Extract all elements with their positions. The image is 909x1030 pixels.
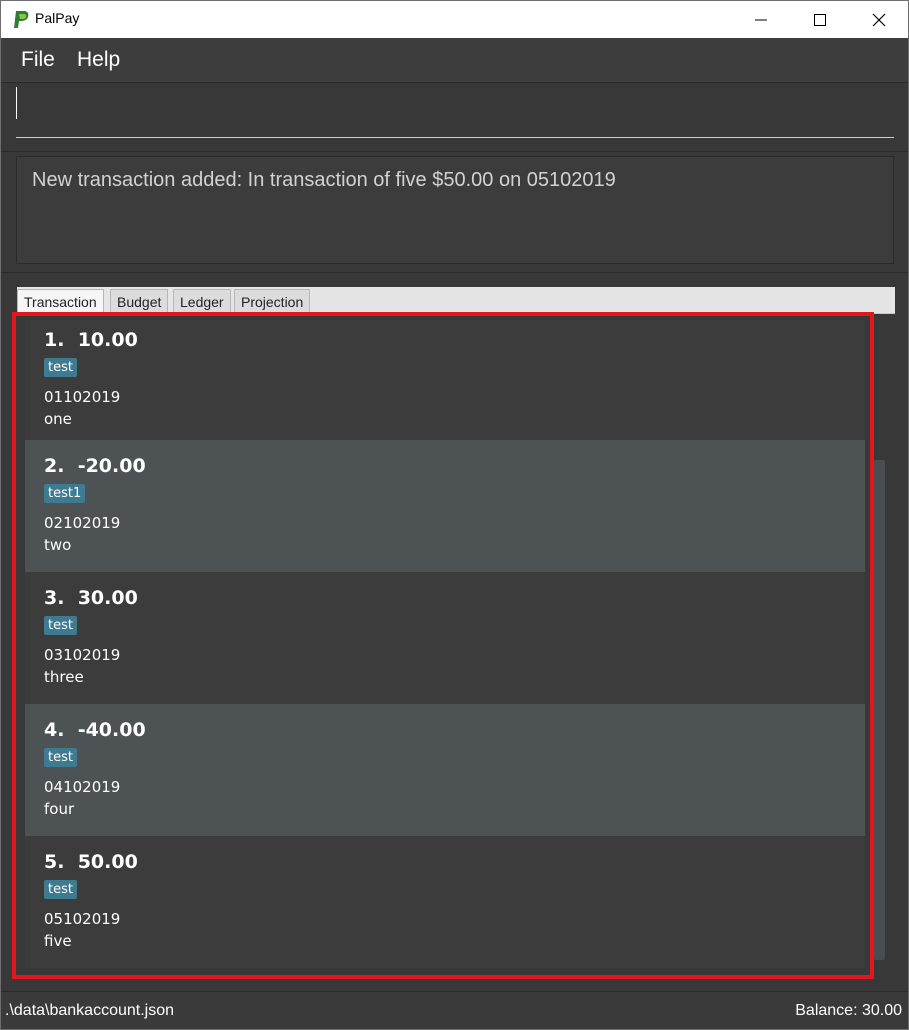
transaction-tag: test xyxy=(44,880,77,899)
result-message: New transaction added: In transaction of… xyxy=(32,169,616,191)
transaction-list-items: 1. 10.00 test 01102019 one 2. -20.00 tes… xyxy=(25,320,865,968)
transaction-amount: 4. -40.00 xyxy=(44,719,146,741)
command-input[interactable] xyxy=(16,96,894,138)
transaction-amount: 2. -20.00 xyxy=(44,455,146,477)
tab-transaction[interactable]: Transaction xyxy=(17,289,104,313)
transaction-date: 03102019 xyxy=(44,646,121,664)
result-display-area: New transaction added: In transaction of… xyxy=(1,152,908,273)
transaction-card[interactable]: 4. -40.00 test 04102019 four xyxy=(25,704,865,836)
palpay-logo-icon xyxy=(14,11,29,28)
menu-bar: File Help xyxy=(1,38,908,83)
transaction-card[interactable]: 1. 10.00 test 01102019 one xyxy=(25,320,865,440)
close-button[interactable] xyxy=(850,1,908,38)
transaction-tag: test xyxy=(44,358,77,377)
transaction-tag: test1 xyxy=(44,484,86,503)
transaction-description: five xyxy=(44,932,72,950)
transaction-date: 01102019 xyxy=(44,388,121,406)
title-bar: PalPay xyxy=(1,1,908,38)
maximize-icon xyxy=(814,14,826,26)
tab-ledger[interactable]: Ledger xyxy=(173,289,231,313)
text-caret xyxy=(16,87,17,119)
status-file-path: .\data\bankaccount.json xyxy=(5,1002,175,1019)
transaction-card[interactable]: 3. 30.00 test 03102019 three xyxy=(25,572,865,704)
tab-budget[interactable]: Budget xyxy=(110,289,169,313)
transaction-date: 05102019 xyxy=(44,910,121,928)
scrollbar-thumb[interactable] xyxy=(874,460,885,960)
transaction-tag: test xyxy=(44,616,77,635)
menu-help[interactable]: Help xyxy=(77,48,120,72)
transaction-card[interactable]: 2. -20.00 test1 02102019 two xyxy=(25,440,865,572)
close-icon xyxy=(872,13,886,27)
result-display[interactable]: New transaction added: In transaction of… xyxy=(16,156,894,264)
transaction-date: 02102019 xyxy=(44,514,121,532)
transaction-description: two xyxy=(44,536,72,554)
transaction-description: one xyxy=(44,410,72,428)
tab-strip: Transaction Budget Ledger Projection xyxy=(17,287,895,314)
app-window: PalPay File Help New transaction added: … xyxy=(0,0,909,1030)
menu-file[interactable]: File xyxy=(21,48,55,72)
transaction-tag: test xyxy=(44,748,77,767)
minimize-icon xyxy=(755,19,767,21)
tab-projection[interactable]: Projection xyxy=(234,289,311,313)
transaction-description: four xyxy=(44,800,75,818)
status-bar: .\data\bankaccount.json Balance: 30.00 xyxy=(1,991,908,1029)
transaction-list[interactable]: 1. 10.00 test 01102019 one 2. -20.00 tes… xyxy=(17,314,895,984)
transaction-amount: 5. 50.00 xyxy=(44,851,138,873)
window-title: PalPay xyxy=(35,10,80,26)
transaction-description: three xyxy=(44,668,84,686)
transaction-amount: 3. 30.00 xyxy=(44,587,138,609)
status-balance: Balance: 30.00 xyxy=(795,1002,902,1019)
minimize-button[interactable] xyxy=(732,1,790,38)
command-box xyxy=(1,83,908,152)
transaction-amount: 1. 10.00 xyxy=(44,329,138,351)
maximize-button[interactable] xyxy=(791,1,849,38)
transaction-date: 04102019 xyxy=(44,778,121,796)
transaction-card[interactable]: 5. 50.00 test 05102019 five xyxy=(25,836,865,968)
